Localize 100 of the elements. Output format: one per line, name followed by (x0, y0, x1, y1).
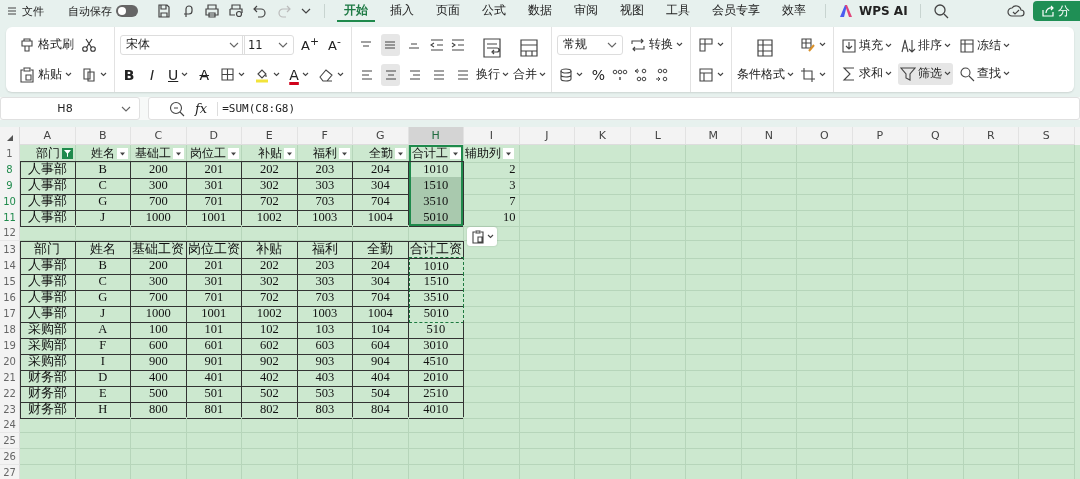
strikethrough-button[interactable]: A (195, 63, 214, 86)
column-header[interactable]: F (297, 127, 353, 145)
ribbon-tab[interactable]: 审阅 (567, 0, 605, 22)
ribbon-tab[interactable]: 数据 (521, 0, 559, 22)
formula-input[interactable]: =SUM(C8:G8) (222, 102, 295, 115)
grow-font-button[interactable]: A$^{+}$ (299, 33, 321, 56)
filter-dropdown-icon[interactable] (502, 148, 514, 159)
filter-dropdown-icon[interactable] (228, 148, 239, 159)
grid-cell (464, 369, 520, 387)
name-box[interactable]: H8 (0, 97, 140, 120)
column-header[interactable]: N (741, 127, 797, 145)
column-header[interactable]: J (519, 127, 575, 145)
ai-logo-icon (838, 4, 854, 18)
ribbon-tab[interactable]: 视图 (613, 0, 651, 22)
decrease-indent-icon[interactable] (428, 37, 445, 52)
column-header[interactable]: L (630, 127, 686, 145)
column-header[interactable]: Q (908, 127, 964, 145)
row-header[interactable]: 25 (0, 433, 20, 449)
cloud-sync-icon[interactable] (1007, 3, 1025, 19)
column-header[interactable]: H (408, 127, 464, 145)
format-painter-button[interactable]: 格式刷 (17, 33, 76, 56)
column-header[interactable]: S (1019, 127, 1075, 145)
column-header[interactable]: P (852, 127, 908, 145)
table-cell: 504 (353, 385, 409, 403)
column-header[interactable]: M (686, 127, 742, 145)
conditional-format-button[interactable]: 条件格式 (736, 31, 794, 88)
column-header[interactable]: A (20, 127, 76, 145)
ribbon-tab[interactable]: 工具 (659, 0, 697, 22)
search-icon[interactable] (932, 3, 949, 19)
grid-cell (297, 417, 353, 433)
merge-button[interactable]: 合并 (512, 31, 546, 88)
column-header[interactable]: R (963, 127, 1019, 145)
table-cell: 合计工资 (408, 241, 464, 259)
print-preview-icon[interactable] (228, 3, 244, 19)
column-header[interactable]: D (186, 127, 242, 145)
shrink-font-button[interactable]: A$^{-}$ (326, 33, 343, 56)
wrap-text-button[interactable]: 换行 (475, 31, 509, 88)
paste-options-button[interactable] (467, 227, 497, 246)
column-header[interactable]: I (464, 127, 520, 145)
select-all-icon[interactable] (5, 134, 14, 142)
font-name-select[interactable]: 宋体 (120, 34, 245, 55)
number-format-select[interactable]: 常规 (556, 34, 623, 55)
print-icon[interactable] (204, 3, 220, 19)
table-cell: 702 (242, 193, 298, 211)
ribbon-tab[interactable]: 插入 (383, 0, 421, 22)
editing-button[interactable]: 排序 (897, 34, 953, 57)
column-header[interactable]: O (797, 127, 853, 145)
ribbon-tab[interactable]: 开始 (337, 0, 375, 22)
table-cell: 1003 (297, 209, 353, 227)
editing-button[interactable]: 填充 (838, 34, 894, 57)
column-header[interactable]: K (575, 127, 631, 145)
file-menu[interactable]: 文件 (6, 3, 44, 19)
column-header[interactable]: C (131, 127, 187, 145)
underline-button[interactable]: U (166, 63, 191, 86)
wps-ai-button[interactable]: WPS AI (838, 4, 908, 18)
percent-button[interactable]: % (589, 63, 608, 86)
filter-dropdown-icon[interactable] (117, 148, 128, 159)
ribbon-tab[interactable]: 页面 (429, 0, 467, 22)
table-cell: 200 (131, 257, 187, 275)
font-size-select[interactable]: 11 (242, 34, 294, 55)
undo-icon[interactable] (252, 3, 268, 19)
vertical-align-button[interactable] (380, 33, 400, 56)
row-header[interactable]: 12 (0, 225, 20, 241)
filter-dropdown-icon[interactable] (172, 148, 184, 159)
ribbon-tab[interactable]: 公式 (475, 0, 513, 22)
increase-indent-icon[interactable] (449, 37, 466, 52)
table-cell: 人事部 (20, 273, 76, 291)
autosave-toggle[interactable] (116, 5, 138, 17)
zoom-icon[interactable] (169, 100, 185, 117)
grid-cell (464, 257, 520, 275)
editing-button[interactable]: 冻结 (956, 34, 1012, 57)
column-header[interactable]: E (242, 127, 298, 145)
ribbon-tab[interactable]: 效率 (775, 0, 813, 22)
filter-dropdown-icon[interactable] (339, 148, 350, 159)
filter-dropdown-icon[interactable] (450, 148, 461, 159)
paste-button[interactable]: 粘贴 (17, 63, 74, 86)
editing-button[interactable]: 求和 (838, 62, 894, 85)
row-header[interactable]: 26 (0, 449, 20, 465)
share-button[interactable]: 分 (1033, 1, 1080, 21)
font-color-button[interactable]: A (287, 63, 311, 86)
column-header[interactable]: G (353, 127, 409, 145)
row-header[interactable]: 24 (0, 417, 20, 433)
table-cell: 4010 (408, 401, 464, 419)
column-header[interactable]: B (75, 127, 131, 145)
scissors-icon[interactable] (81, 36, 97, 53)
convert-button[interactable]: 转换 (627, 33, 685, 56)
save-icon[interactable] (156, 3, 172, 19)
active-filter-icon[interactable] (61, 148, 73, 159)
table-cell: 福利 (297, 241, 353, 259)
table-cell: 3010 (408, 337, 464, 355)
editing-button[interactable]: 筛选 (897, 62, 953, 85)
insert-function-button[interactable]: fx (195, 101, 208, 116)
bold-button[interactable]: B (120, 63, 138, 86)
filter-dropdown-icon[interactable] (394, 148, 406, 159)
ribbon-tab[interactable]: 会员专享 (705, 0, 767, 22)
editing-button[interactable]: 查找 (956, 62, 1012, 85)
row-header[interactable]: 27 (0, 465, 20, 479)
italic-button[interactable]: I (143, 63, 161, 86)
filter-dropdown-icon[interactable] (283, 148, 295, 159)
horizontal-align-button[interactable] (380, 63, 400, 86)
